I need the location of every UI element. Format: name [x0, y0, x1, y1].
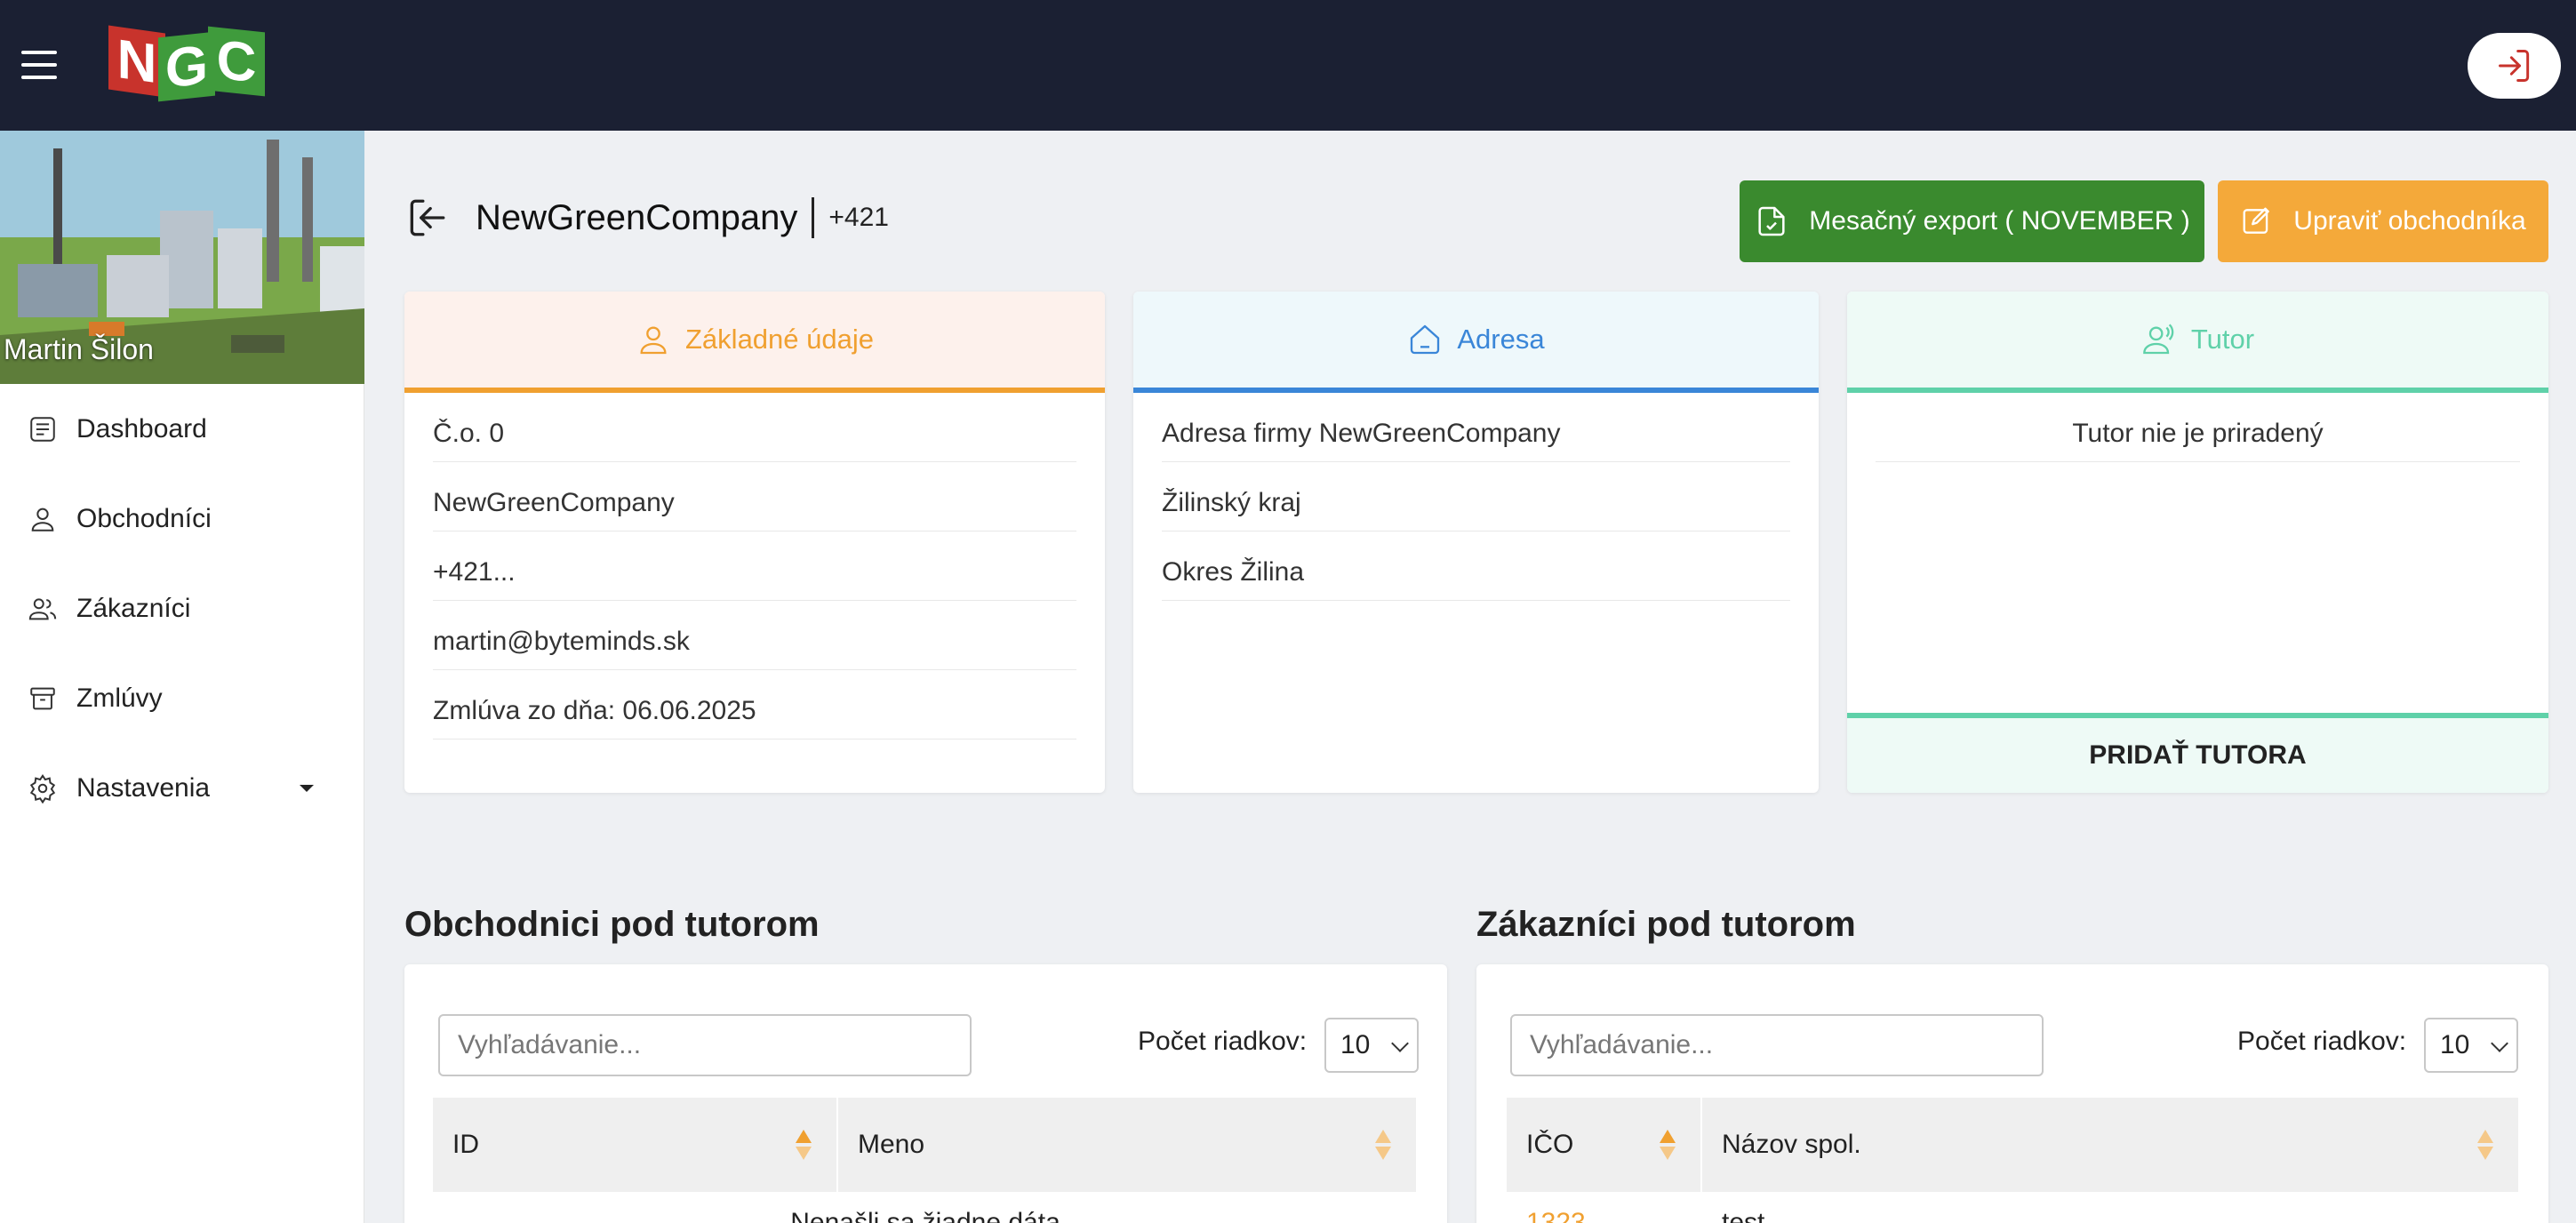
- home-icon: [1411, 324, 1440, 355]
- sidebar-item-zmluvy[interactable]: Zmlúvy: [0, 653, 364, 743]
- basic-info-row: martin@byteminds.sk: [433, 601, 1076, 670]
- sidebar-item-label: Zákazníci: [76, 593, 191, 623]
- customers-rows-select[interactable]: 10: [2424, 1018, 2518, 1073]
- user-voice-icon: [2143, 324, 2174, 355]
- sort-icon[interactable]: [794, 1128, 813, 1162]
- empty-table-row: Nenašli sa žiadne dáta: [433, 1192, 1418, 1223]
- back-login-icon[interactable]: [404, 196, 449, 240]
- customers-section-title: Zákazníci pod tutorom: [1476, 905, 1856, 944]
- chevron-down-icon[interactable]: [300, 785, 314, 792]
- chevron-down-icon: [1391, 1035, 1409, 1052]
- empty-table-message: Nenašli sa žiadne dáta: [790, 1208, 1060, 1223]
- monthly-export-label: Mesačný export ( NOVEMBER ): [1809, 206, 2190, 236]
- page-phone: +421: [828, 203, 889, 232]
- basic-info-row: Č.o. 0: [433, 393, 1076, 462]
- address-row: Okres Žilina: [1162, 532, 1790, 601]
- file-export-icon: [1758, 206, 1785, 236]
- customers-table-header: IČO Názov spol.: [1507, 1098, 2520, 1192]
- basic-info-row: Zmlúva zo dňa: 06.06.2025: [433, 670, 1076, 739]
- address-row: Žilinský kraj: [1162, 462, 1790, 532]
- basic-info-title: Základné údaje: [685, 324, 874, 355]
- tutor-title: Tutor: [2190, 324, 2255, 355]
- sidebar-item-label: Nastavenia: [76, 772, 211, 803]
- gear-icon: [25, 771, 60, 806]
- sidebar-item-obchodnici[interactable]: Obchodníci: [0, 474, 364, 564]
- tutor-header[interactable]: Tutor: [1847, 292, 2548, 393]
- column-header-label: Názov spol.: [1722, 1130, 1861, 1159]
- sidebar-item-zakaznici[interactable]: Zákazníci: [0, 564, 364, 653]
- customers-search-input[interactable]: [1510, 1014, 2044, 1076]
- user-icon: [25, 501, 60, 537]
- sort-icon[interactable]: [1658, 1128, 1677, 1162]
- table-cell-ico[interactable]: 1323: [1507, 1208, 1702, 1223]
- column-header-nazov[interactable]: Názov spol.: [1702, 1098, 2520, 1192]
- address-title: Adresa: [1457, 324, 1545, 355]
- basic-info-card: Základné údaje Č.o. 0 NewGreenCompany +4…: [404, 292, 1105, 793]
- salesmen-search-input[interactable]: [438, 1014, 972, 1076]
- salesmen-table-header: ID Meno: [433, 1098, 1418, 1192]
- table-cell-nazov: test: [1722, 1208, 1765, 1223]
- customers-table-panel: Počet riadkov: 10 IČO Názov spol. 1323 t…: [1476, 964, 2548, 1223]
- basic-info-row: NewGreenCompany: [433, 462, 1076, 532]
- column-header-ico[interactable]: IČO: [1507, 1098, 1702, 1192]
- tutor-status: Tutor nie je priradený: [1876, 393, 2520, 462]
- basic-info-row: +421...: [433, 532, 1076, 601]
- address-card: Adresa Adresa firmy NewGreenCompany Žili…: [1133, 292, 1819, 793]
- address-row: Adresa firmy NewGreenCompany: [1162, 393, 1790, 462]
- salesmen-rows-select[interactable]: 10: [1324, 1018, 1419, 1073]
- login-button[interactable]: [2468, 33, 2561, 99]
- edit-icon: [2243, 207, 2270, 234]
- ngc-logo[interactable]: NGC: [108, 25, 265, 102]
- edit-salesman-button[interactable]: Upraviť obchodníka: [2218, 180, 2548, 262]
- users-icon: [25, 591, 60, 627]
- basic-info-header[interactable]: Základné údaje: [404, 292, 1105, 393]
- login-icon: [2498, 50, 2529, 82]
- sort-icon[interactable]: [2476, 1128, 2495, 1162]
- hamburger-icon[interactable]: [18, 49, 60, 81]
- address-header[interactable]: Adresa: [1133, 292, 1819, 393]
- salesmen-table-panel: Počet riadkov: 10 ID Meno Nenašli sa žia…: [404, 964, 1447, 1223]
- add-tutor-button[interactable]: PRIDAŤ TUTORA: [1847, 713, 2548, 793]
- chevron-down-icon: [2491, 1035, 2508, 1052]
- table-row[interactable]: 1323 test: [1507, 1192, 2520, 1223]
- salesmen-rows-label: Počet riadkov:: [1138, 1027, 1308, 1056]
- column-header-label: ID: [452, 1130, 479, 1159]
- sidebar-item-label: Obchodníci: [76, 503, 212, 533]
- page-title: NewGreenCompany: [476, 197, 798, 237]
- archive-icon: [25, 681, 60, 716]
- column-header-label: IČO: [1526, 1130, 1574, 1159]
- sidebar-user-name: Martin Šilon: [4, 333, 154, 365]
- monthly-export-button[interactable]: Mesačný export ( NOVEMBER ): [1740, 180, 2204, 262]
- sidebar-banner-image: Martin Šilon: [0, 131, 364, 384]
- tutor-card: Tutor Tutor nie je priradený PRIDAŤ TUTO…: [1847, 292, 2548, 793]
- sidebar: Martin Šilon Dashboard Obchodníci Zákazn…: [0, 131, 364, 1223]
- sidebar-item-label: Zmlúvy: [76, 683, 163, 713]
- edit-salesman-label: Upraviť obchodníka: [2293, 206, 2526, 236]
- top-bar: NGC: [0, 0, 2576, 131]
- page-header: NewGreenCompany +421: [404, 182, 889, 253]
- column-header-label: Meno: [858, 1130, 925, 1159]
- user-icon: [640, 326, 667, 355]
- customers-rows-value: 10: [2440, 1030, 2470, 1059]
- salesmen-section-title: Obchodnici pod tutorom: [404, 905, 820, 944]
- sidebar-item-dashboard[interactable]: Dashboard: [0, 384, 364, 474]
- customers-rows-label: Počet riadkov:: [2237, 1027, 2407, 1056]
- sidebar-item-label: Dashboard: [76, 413, 207, 444]
- column-header-id[interactable]: ID: [433, 1098, 838, 1192]
- sidebar-item-nastavenia[interactable]: Nastavenia: [0, 743, 364, 833]
- sort-icon[interactable]: [1373, 1128, 1393, 1162]
- dashboard-icon: [25, 412, 60, 447]
- title-separator: [812, 197, 815, 238]
- column-header-meno[interactable]: Meno: [838, 1098, 1418, 1192]
- salesmen-rows-value: 10: [1340, 1030, 1371, 1059]
